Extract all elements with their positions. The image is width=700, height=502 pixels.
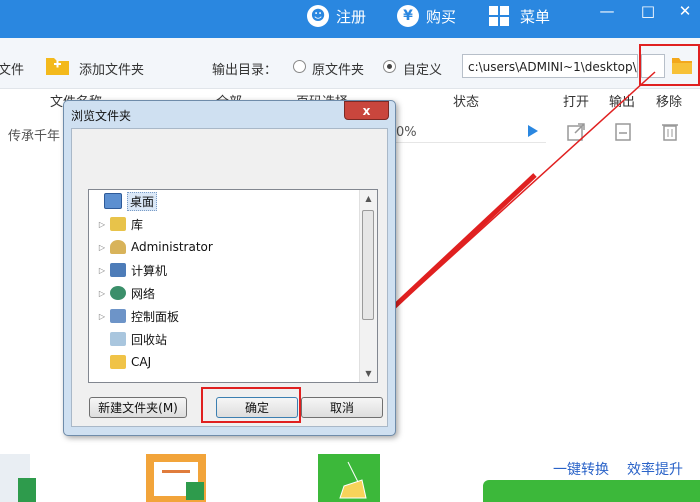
slogan-right: 效率提升	[627, 462, 683, 478]
scroll-up-icon[interactable]: ▲	[360, 190, 377, 207]
start-convert-button[interactable]	[483, 480, 700, 502]
expand-arrow-icon[interactable]: ▷	[97, 312, 107, 321]
expand-arrow-icon[interactable]: ▷	[97, 289, 107, 298]
tree-item-network[interactable]: ▷ 网络	[97, 283, 155, 303]
tree-scrollbar[interactable]: ▲ ▼	[359, 190, 377, 382]
folder-tree[interactable]: 桌面 ▷ 库 ▷ Administrator ▷ 计算机 ▷ 网络 ▷ 控制面板…	[88, 189, 378, 383]
new-folder-button[interactable]: 新建文件夹(M)	[89, 397, 187, 418]
tree-label-control-panel: 控制面板	[131, 309, 180, 324]
tree-label-computer: 计算机	[131, 263, 168, 278]
tree-label-administrator: Administrator	[131, 240, 213, 254]
computer-icon	[110, 263, 126, 277]
recycle-bin-icon	[110, 332, 126, 346]
dialog-title: 浏览文件夹	[71, 109, 132, 123]
tree-item-library[interactable]: ▷ 库	[97, 214, 143, 234]
slogan-left: 一键转换	[553, 462, 609, 478]
expand-arrow-icon[interactable]: ▷	[97, 220, 107, 229]
tree-label-recycle-bin: 回收站	[131, 332, 168, 347]
cancel-button[interactable]: 取消	[301, 397, 383, 418]
tree-label-network: 网络	[131, 286, 156, 301]
expand-arrow-icon[interactable]: ▷	[97, 266, 107, 275]
dialog-close-button[interactable]: x	[344, 101, 389, 120]
dialog-body: 桌面 ▷ 库 ▷ Administrator ▷ 计算机 ▷ 网络 ▷ 控制面板…	[71, 128, 388, 427]
network-icon	[110, 286, 126, 300]
user-folder-icon	[110, 240, 126, 254]
tree-item-recycle-bin[interactable]: 回收站	[97, 329, 167, 349]
tree-label-desktop: 桌面	[127, 191, 158, 211]
tree-item-administrator[interactable]: ▷ Administrator	[97, 237, 213, 257]
tree-item-caj[interactable]: CAJ	[97, 352, 151, 372]
tree-item-desktop[interactable]: 桌面	[91, 191, 158, 211]
pdf-to-word-icon[interactable]	[0, 452, 36, 502]
expand-arrow-icon[interactable]: ▷	[97, 243, 107, 252]
merge-files-icon[interactable]	[146, 452, 208, 502]
control-panel-icon	[110, 309, 126, 323]
tree-item-control-panel[interactable]: ▷ 控制面板	[97, 306, 179, 326]
desktop-icon	[104, 193, 122, 209]
scroll-down-icon[interactable]: ▼	[360, 365, 377, 382]
clean-list-icon[interactable]	[318, 452, 380, 502]
tree-label-library: 库	[131, 217, 144, 232]
browse-folder-dialog: 浏览文件夹 x 桌面 ▷ 库 ▷ Administrator ▷ 计算机 ▷ 网…	[63, 100, 396, 436]
library-icon	[110, 217, 126, 231]
tree-item-computer[interactable]: ▷ 计算机	[97, 260, 167, 280]
folder-icon	[110, 355, 126, 369]
scroll-thumb[interactable]	[362, 210, 374, 320]
tree-label-caj: CAJ	[131, 355, 152, 369]
highlight-ok-box	[201, 387, 301, 423]
